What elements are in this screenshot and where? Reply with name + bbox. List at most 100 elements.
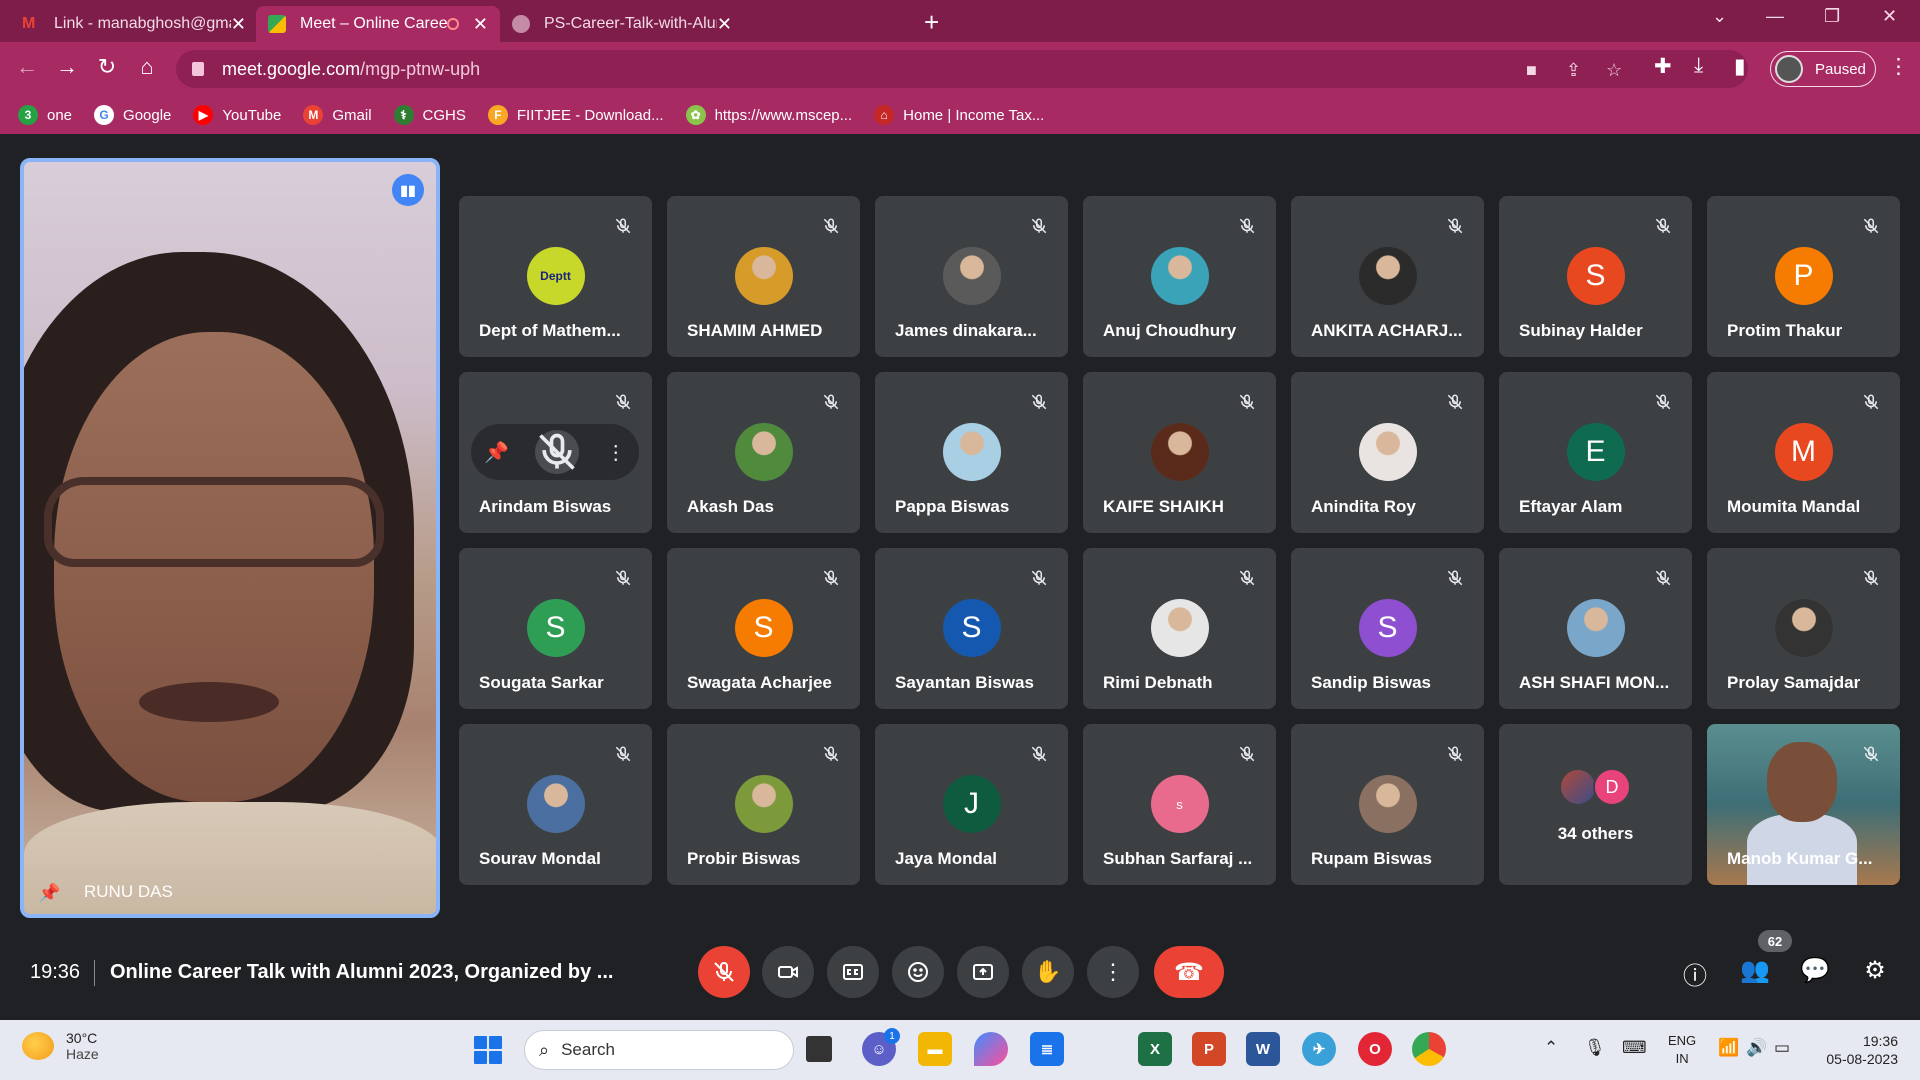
participant-tile[interactable]: M Moumita Mandal bbox=[1707, 372, 1900, 533]
chat-button[interactable]: 💬 bbox=[1798, 956, 1832, 985]
powerpoint-icon[interactable]: P bbox=[1192, 1032, 1226, 1066]
reactions-button[interactable] bbox=[892, 946, 944, 998]
taskbar-search[interactable]: ⌕ Search bbox=[524, 1030, 794, 1070]
start-button[interactable] bbox=[474, 1036, 502, 1064]
participant-tile[interactable]: S Swagata Acharjee bbox=[667, 548, 860, 709]
participant-tile[interactable]: Akash Das bbox=[667, 372, 860, 533]
tab-drive-doc[interactable]: PS-Career-Talk-with-Alumni-202 ✕ bbox=[500, 6, 744, 42]
address-bar[interactable]: meet.google.com/mgp-ptnw-uph bbox=[176, 50, 1748, 88]
download-icon[interactable]: ⤓ bbox=[1694, 54, 1703, 78]
share-icon[interactable]: ⇪ bbox=[1566, 60, 1581, 81]
close-tab-icon[interactable]: ✕ bbox=[717, 14, 732, 35]
participant-tile[interactable]: KAIFE SHAIKH bbox=[1083, 372, 1276, 533]
leave-call-button[interactable]: ☎ bbox=[1154, 946, 1224, 998]
bookmark-item[interactable]: ✿ https://www.mscep... bbox=[685, 105, 852, 125]
participant-tile[interactable]: S Sandip Biswas bbox=[1291, 548, 1484, 709]
participant-tile[interactable]: ASH SHAFI MON... bbox=[1499, 548, 1692, 709]
meeting-details-button[interactable]: ⓘ bbox=[1678, 956, 1712, 991]
participant-video-tile[interactable]: Manob Kumar G... bbox=[1707, 724, 1900, 885]
profile-button[interactable]: Paused bbox=[1770, 51, 1876, 87]
mute-participant-icon[interactable] bbox=[535, 430, 580, 474]
participant-tile[interactable]: Anindita Roy bbox=[1291, 372, 1484, 533]
bookmark-star-icon[interactable]: ☆ bbox=[1606, 60, 1622, 81]
bookmark-item[interactable]: F FIITJEE - Download... bbox=[487, 105, 664, 125]
participant-tile[interactable]: S Subinay Halder bbox=[1499, 196, 1692, 357]
wifi-icon[interactable]: 📶 bbox=[1718, 1038, 1739, 1058]
participant-tile[interactable]: ANKITA ACHARJ... bbox=[1291, 196, 1484, 357]
participant-tile[interactable]: E Eftayar Alam bbox=[1499, 372, 1692, 533]
battery-icon[interactable]: ▭ bbox=[1774, 1038, 1790, 1058]
pin-icon[interactable]: 📌 bbox=[484, 440, 509, 465]
muted-mic-icon bbox=[822, 568, 840, 588]
bookmark-item[interactable]: ▶ YouTube bbox=[193, 105, 281, 125]
restore-button[interactable]: ❐ bbox=[1824, 6, 1840, 27]
participant-tile[interactable]: S Sayantan Biswas bbox=[875, 548, 1068, 709]
file-explorer-icon[interactable]: ▬ bbox=[918, 1032, 952, 1066]
close-tab-icon[interactable]: ✕ bbox=[473, 14, 488, 35]
camera-in-use-icon[interactable]: ■ bbox=[1526, 60, 1537, 81]
bookmark-item[interactable]: G Google bbox=[94, 105, 171, 125]
reload-button[interactable]: ↻ bbox=[92, 54, 122, 80]
tab-search-chevron-icon[interactable]: ⌄ bbox=[1712, 6, 1727, 27]
participant-tile[interactable]: P Protim Thakur bbox=[1707, 196, 1900, 357]
bookmark-item[interactable]: ⚕ CGHS bbox=[393, 105, 466, 125]
word-icon[interactable]: W bbox=[1246, 1032, 1280, 1066]
excel-icon[interactable]: X bbox=[1138, 1032, 1172, 1066]
participant-tile[interactable]: Sourav Mondal bbox=[459, 724, 652, 885]
activities-button[interactable]: ⚙ bbox=[1858, 956, 1892, 985]
close-tab-icon[interactable]: ✕ bbox=[231, 14, 246, 35]
language-indicator[interactable]: ENG IN bbox=[1668, 1032, 1696, 1068]
pinned-speaker-tile[interactable]: ▮▮ 📌 RUNU DAS bbox=[20, 158, 440, 918]
participant-tile[interactable]: Rimi Debnath bbox=[1083, 548, 1276, 709]
new-tab-button[interactable]: + bbox=[924, 8, 939, 36]
present-screen-button[interactable] bbox=[957, 946, 1009, 998]
paint-icon[interactable] bbox=[974, 1032, 1008, 1066]
weather-widget[interactable]: 30°C Haze bbox=[22, 1030, 99, 1062]
bookmark-item[interactable]: 3 one bbox=[18, 105, 72, 125]
system-clock[interactable]: 19:36 05-08-2023 bbox=[1808, 1032, 1898, 1068]
people-button[interactable]: 👥 bbox=[1738, 956, 1772, 985]
tab-gmail[interactable]: M Link - manabghosh@gmail.com ✕ bbox=[10, 6, 258, 42]
participant-tile[interactable]: s Subhan Sarfaraj ... bbox=[1083, 724, 1276, 885]
participant-tile[interactable]: Prolay Samajdar bbox=[1707, 548, 1900, 709]
more-options-button[interactable]: ⋮ bbox=[1087, 946, 1139, 998]
side-panel-icon[interactable]: ▮ bbox=[1734, 54, 1746, 79]
participant-tile[interactable]: Rupam Biswas bbox=[1291, 724, 1484, 885]
participant-tile[interactable]: Pappa Biswas bbox=[875, 372, 1068, 533]
mic-toggle-button[interactable] bbox=[698, 946, 750, 998]
camera-toggle-button[interactable] bbox=[762, 946, 814, 998]
bookmark-item[interactable]: ⌂ Home | Income Tax... bbox=[874, 105, 1044, 125]
participant-tile[interactable]: Deptt Dept of Mathem... bbox=[459, 196, 652, 357]
volume-icon[interactable]: 🔊 bbox=[1746, 1038, 1767, 1058]
menu-kebab-icon[interactable]: ⋮ bbox=[1888, 54, 1909, 79]
raise-hand-button[interactable]: ✋ bbox=[1022, 946, 1074, 998]
others-tile[interactable]: D 34 others bbox=[1499, 724, 1692, 885]
participant-tile[interactable]: 📌 ⋮ Arindam Biswas bbox=[459, 372, 652, 533]
home-button[interactable]: ⌂ bbox=[132, 54, 162, 80]
opera-icon[interactable]: O bbox=[1358, 1032, 1392, 1066]
bookmark-item[interactable]: M Gmail bbox=[303, 105, 372, 125]
tray-chevron-icon[interactable]: ⌃ bbox=[1544, 1038, 1558, 1058]
close-window-button[interactable]: ✕ bbox=[1882, 6, 1897, 27]
task-view-icon[interactable] bbox=[806, 1036, 832, 1062]
forward-button[interactable]: → bbox=[52, 54, 82, 80]
participant-tile[interactable]: Probir Biswas bbox=[667, 724, 860, 885]
minimize-button[interactable]: — bbox=[1766, 6, 1784, 27]
extensions-icon[interactable]: ✚ bbox=[1654, 54, 1672, 79]
participant-name: Pappa Biswas bbox=[895, 497, 1010, 516]
microphone-icon[interactable]: 🎙 bbox=[1584, 1038, 1606, 1058]
participant-tile[interactable]: Anuj Choudhury bbox=[1083, 196, 1276, 357]
tab-meet[interactable]: Meet – Online Career Talk wi ✕ bbox=[256, 6, 500, 42]
keyboard-icon[interactable]: ⌨ bbox=[1622, 1038, 1647, 1058]
browser-globe-icon[interactable]: ✈ bbox=[1302, 1032, 1336, 1066]
captions-button[interactable] bbox=[827, 946, 879, 998]
back-button[interactable]: ← bbox=[12, 54, 42, 80]
participant-tile[interactable]: J Jaya Mondal bbox=[875, 724, 1068, 885]
notepad-icon[interactable]: ≣ bbox=[1030, 1032, 1064, 1066]
participant-tile[interactable]: James dinakara... bbox=[875, 196, 1068, 357]
pin-icon[interactable]: 📌 bbox=[38, 883, 60, 904]
participant-tile[interactable]: S Sougata Sarkar bbox=[459, 548, 652, 709]
tile-more-icon[interactable]: ⋮ bbox=[606, 440, 626, 465]
chrome-icon[interactable] bbox=[1412, 1032, 1446, 1066]
participant-tile[interactable]: SHAMIM AHMED bbox=[667, 196, 860, 357]
